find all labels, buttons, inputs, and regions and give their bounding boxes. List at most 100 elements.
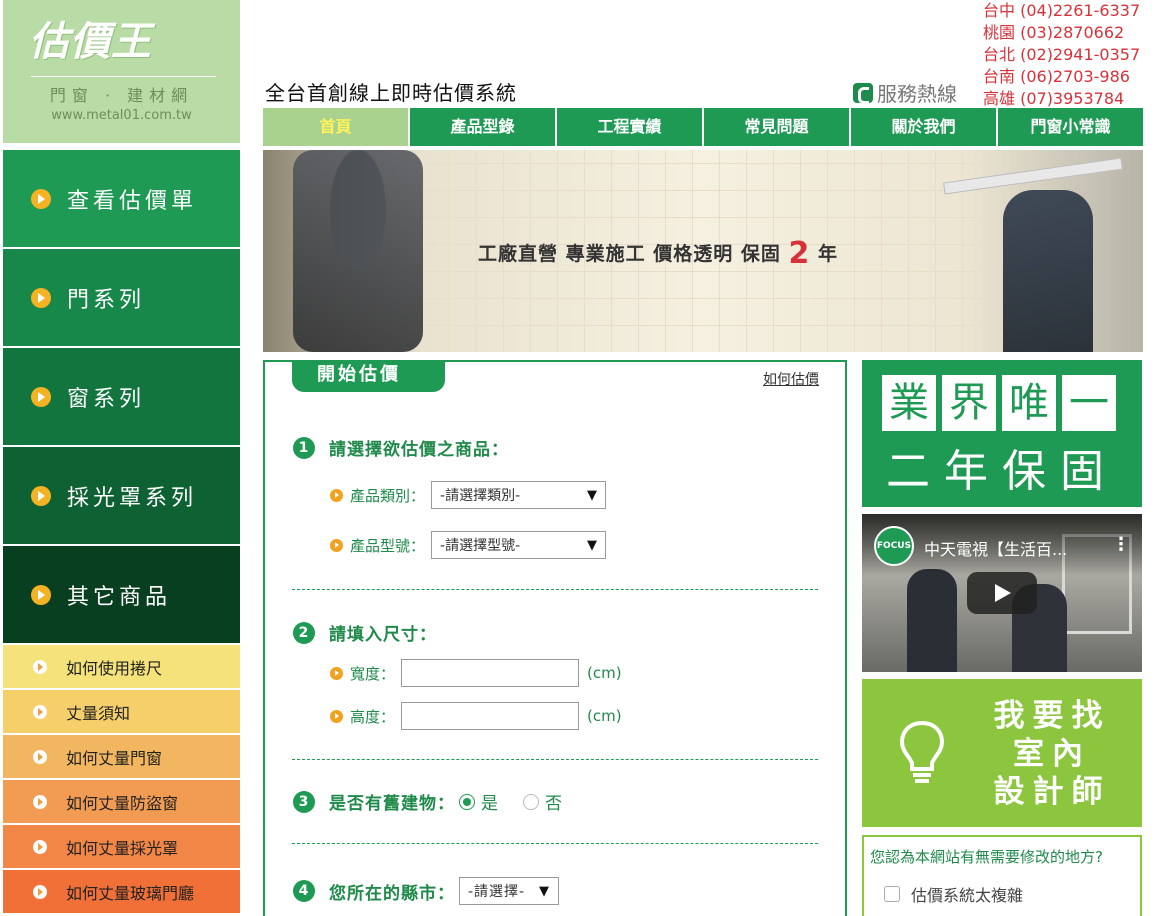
- q4-title: 4 您所在的縣市： -請選擇- ▼: [293, 877, 559, 905]
- height-input[interactable]: [401, 702, 580, 730]
- q1-text: 請選擇欲估價之商品：: [329, 440, 509, 460]
- height-label: 高度：: [350, 707, 396, 726]
- play-button[interactable]: [967, 572, 1037, 614]
- radio-no[interactable]: [523, 793, 539, 810]
- sidebar-item[interactable]: 窗系列: [3, 348, 240, 445]
- arrow-circle-icon: [33, 659, 47, 674]
- lightbulb-icon: [899, 720, 945, 783]
- phone-list: 台中 (04)2261-6337 桃園 (03)2870662 台北 (02)2…: [983, 0, 1140, 110]
- sidebar-item[interactable]: 其它商品: [3, 546, 240, 643]
- nav-catalog[interactable]: 產品型錄: [410, 108, 557, 146]
- sidebar-item[interactable]: 查看估價單: [3, 150, 240, 247]
- nav-about[interactable]: 關於我們: [851, 108, 998, 146]
- width-row: 寬度： (cm): [330, 659, 622, 687]
- width-unit: (cm): [587, 664, 622, 682]
- warranty-bottom: 二年保固: [886, 446, 1118, 497]
- category-row: 產品類別： -請選擇類別- ▼: [330, 481, 607, 509]
- logo-url: www.metal01.com.tw: [51, 108, 192, 123]
- guide-item[interactable]: 如何丈量防盜窗: [3, 779, 240, 823]
- divider: [292, 843, 818, 844]
- radio-yes[interactable]: [459, 793, 475, 810]
- q1-title: 1 請選擇欲估價之商品：: [293, 435, 509, 460]
- model-select[interactable]: -請選擇型號- ▼: [431, 531, 607, 559]
- phone-tainan: 台南 (06)2703-986: [983, 67, 1130, 86]
- radio-no-label: 否: [545, 794, 563, 814]
- video-player[interactable]: FOCUS 中天電視【生活百... ⋮: [862, 514, 1142, 672]
- bullet-icon: [330, 488, 343, 502]
- guide-item-label: 如何使用捲尺: [66, 658, 163, 678]
- more-options-icon[interactable]: ⋮: [1112, 534, 1130, 555]
- q4-text: 您所在的縣市：: [329, 883, 455, 904]
- channel-logo[interactable]: FOCUS: [874, 526, 914, 566]
- width-input[interactable]: [401, 659, 580, 687]
- arrow-circle-icon: [33, 704, 47, 719]
- category-select[interactable]: -請選擇類別- ▼: [431, 481, 607, 509]
- phone-taichung: 台中 (04)2261-6337: [983, 1, 1141, 20]
- sidebar-item[interactable]: 採光罩系列: [3, 447, 240, 544]
- nav-projects[interactable]: 工程實績: [557, 108, 704, 146]
- hotline-label: 服務熱線: [877, 82, 957, 106]
- guide-item[interactable]: 如何使用捲尺: [3, 644, 240, 688]
- guide-item-label: 丈量須知: [66, 703, 131, 723]
- guide-item[interactable]: 如何丈量採光罩: [3, 824, 240, 868]
- arrow-circle-icon: [33, 839, 47, 854]
- radio-yes-label: 是: [481, 794, 499, 814]
- dropdown-arrow-icon: ▼: [539, 883, 550, 899]
- phone-taipei: 台北 (02)2941-0357: [983, 45, 1141, 64]
- model-label: 產品型號：: [350, 536, 426, 555]
- q3-text: 是否有舊建物：: [329, 794, 455, 814]
- width-label: 寬度：: [350, 664, 396, 683]
- designer-line: 我要找: [993, 698, 1111, 734]
- q2-number: 2: [293, 621, 315, 644]
- phone-kaohsiung: 高雄 (07)3953784: [983, 89, 1125, 108]
- how-to-estimate-link[interactable]: 如何估價: [763, 369, 819, 389]
- sidebar-item-label: 查看估價單: [67, 188, 198, 214]
- survey-checkbox[interactable]: [884, 886, 900, 902]
- model-select-value: -請選擇型號-: [440, 538, 521, 554]
- nav-home[interactable]: 首頁: [263, 108, 410, 146]
- logo-brand: 估價王: [29, 18, 152, 65]
- arrow-circle-icon: [33, 794, 47, 809]
- guide-item-label: 如何丈量玻璃門廳: [66, 883, 195, 903]
- site-title: 全台首創線上即時估價系統: [265, 81, 517, 105]
- designer-line: 室內: [1013, 736, 1091, 772]
- warranty-char: 一: [1062, 375, 1116, 431]
- slogan-text: 工廠直營 專業施工 價格透明 保固: [478, 243, 781, 265]
- arrow-circle-icon: [33, 749, 47, 764]
- sidebar-item-label: 門系列: [67, 287, 146, 313]
- hero-banner: 工廠直營 專業施工 價格透明 保固 2 年: [263, 150, 1143, 352]
- category-label: 產品類別：: [350, 486, 426, 505]
- q2-title: 2 請填入尺寸：: [293, 620, 437, 645]
- nav-tips[interactable]: 門窗小常識: [998, 108, 1143, 146]
- phone-icon: [853, 82, 873, 104]
- divider: [292, 589, 818, 590]
- warranty-promo[interactable]: 業 界 唯 一 二年保固: [862, 360, 1142, 507]
- phone-taoyuan: 桃園 (03)2870662: [983, 23, 1125, 42]
- banner-worker-left: [293, 150, 423, 352]
- designer-line: 設計師: [993, 774, 1111, 810]
- sidebar-item[interactable]: 門系列: [3, 249, 240, 346]
- category-select-value: -請選擇類別-: [440, 488, 521, 504]
- find-designer-promo[interactable]: 我要找 室內 設計師: [862, 679, 1142, 827]
- survey-option-label: 估價系統太複雜: [911, 886, 1024, 905]
- guide-item[interactable]: 丈量須知: [3, 689, 240, 733]
- survey-option: 估價系統太複雜: [884, 882, 1023, 906]
- arrow-circle-icon: [31, 188, 51, 209]
- arrow-circle-icon: [33, 884, 47, 899]
- banner-slogan: 工廠直營 專業施工 價格透明 保固 2 年: [478, 236, 838, 271]
- designer-text: 我要找 室內 設計師: [982, 697, 1122, 811]
- city-select-value: -請選擇-: [468, 884, 526, 900]
- model-row: 產品型號： -請選擇型號- ▼: [330, 531, 607, 559]
- guide-item[interactable]: 如何丈量玻璃門廳: [3, 869, 240, 913]
- bullet-icon: [330, 709, 343, 723]
- video-title[interactable]: 中天電視【生活百...: [924, 536, 1067, 560]
- q2-text: 請填入尺寸：: [329, 625, 437, 645]
- survey-question: 您認為本網站有無需要修改的地方?: [870, 848, 1103, 866]
- q3-number: 3: [293, 790, 315, 813]
- site-logo[interactable]: 估價王 門窗 · 建材網 www.metal01.com.tw: [3, 0, 240, 143]
- nav-faq[interactable]: 常見問題: [704, 108, 851, 146]
- warranty-char: 業: [882, 375, 936, 431]
- city-select[interactable]: -請選擇- ▼: [459, 877, 559, 905]
- guide-item[interactable]: 如何丈量門窗: [3, 734, 240, 778]
- guide-item-label: 如何丈量防盜窗: [66, 793, 179, 813]
